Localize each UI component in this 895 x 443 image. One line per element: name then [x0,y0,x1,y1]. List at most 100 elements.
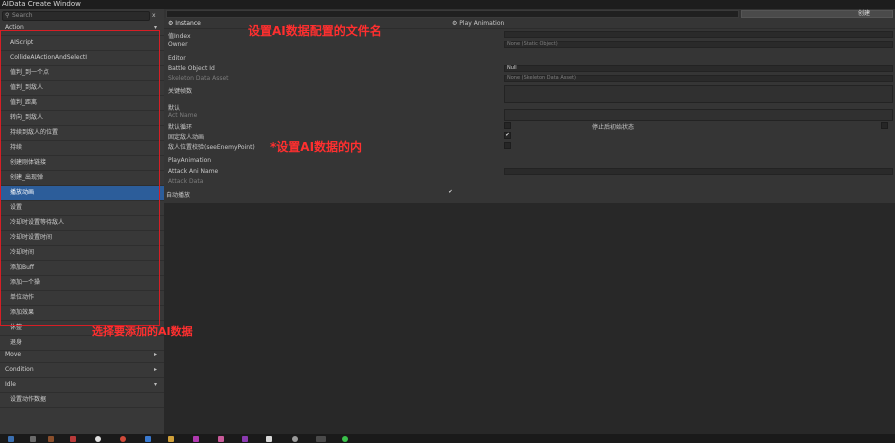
left-panel: ⚲ Search x Action ▾ AIScript CollideAIAct… [0,9,164,434]
tree-item[interactable]: 冷却时设置时间 [0,231,164,246]
window-titlebar: AIData Create Window [0,0,895,9]
play-animation-title: ⚙ Play Animation [452,20,505,27]
play-animation-heading: PlayAnimation [168,157,212,164]
tree-category-action[interactable]: Action ▾ [0,21,164,36]
play-animation-label: Play Animation [459,20,505,27]
tree-item[interactable]: 值判_距离 [0,96,164,111]
tree-item-label: 添加效果 [10,309,35,316]
tree-item-label: 冷却时设置等待敌人 [10,219,65,226]
file-name-input[interactable] [166,10,739,18]
tree-item[interactable]: 添加一个操 [0,276,164,291]
tree-item[interactable]: 冷却时间 [0,246,164,261]
taskbar-app-icon[interactable] [218,436,224,442]
tree-item[interactable]: 持续到敌人的位置 [0,126,164,141]
search-input[interactable]: ⚲ Search [2,11,150,21]
index-field[interactable] [504,31,893,38]
tree-item-label: 添加一个操 [10,279,41,286]
taskbar-app-icon[interactable] [168,436,174,442]
index-label: 值Index [168,33,191,40]
tree-item[interactable]: 持续 [0,141,164,156]
tree-item[interactable]: 创建_出现弹 [0,171,164,186]
tree-item[interactable]: 创建刚体链接 [0,156,164,171]
search-placeholder: Search [12,12,33,19]
search-clear-icon[interactable]: x [152,11,156,20]
editor-heading: Editor [168,55,186,62]
taskbar-app-icon[interactable] [145,436,151,442]
create-button-label: 创建 [857,10,870,17]
skeleton-field[interactable]: None (Skeleton Data Asset) [504,75,893,82]
tree-category-idle[interactable]: Idle ▾ [0,378,164,393]
tree-item-label: 冷却时设置时间 [10,234,53,241]
act-name-field[interactable] [504,109,893,121]
tree-item[interactable]: 冷却时设置等待敌人 [0,216,164,231]
tree-item-label: 值判_到敌人 [10,84,44,91]
tree-category-condition[interactable]: Condition ▸ [0,363,164,378]
attack-anim-label: Attack Ani Name [168,168,219,175]
tree-item[interactable]: 播放动画 [0,186,164,201]
tree-item-label: CollideAIActionAndSelectI [10,54,88,61]
tree-item-label: 休整 [10,324,23,331]
tree-category-move[interactable]: Move ▸ [0,348,164,363]
tree-item-label: 设置动作数据 [10,396,47,403]
stop-reset-checkbox[interactable] [881,122,888,129]
search-icon: ⚲ [5,12,10,19]
taskbar-app-icon[interactable] [30,436,36,442]
tree-item[interactable]: 添加Buff [0,261,164,276]
tree-item[interactable]: AIScript [0,36,164,51]
owner-field[interactable]: None (Static Object) [504,41,893,48]
tree-item-label: 冷却时间 [10,249,35,256]
create-button[interactable]: 创建 [741,10,893,18]
os-taskbar [0,434,895,443]
skeleton-label: Skeleton Data Asset [168,75,229,82]
taskbar-app-icon[interactable] [70,436,76,442]
auto-loop-label: 自动播放 [166,192,191,199]
tree-item[interactable]: 添加效果 [0,306,164,321]
annotation-select: 选择要添加的AI数据 [92,325,193,338]
taskbar-app-icon[interactable] [95,436,101,442]
tree-item-label: 持续 [10,144,23,151]
owner-field-value: None (Static Object) [507,41,558,47]
tree-item[interactable]: 值判_到一个点 [0,66,164,81]
tree-item-label: 转向_到敌人 [10,114,44,121]
taskbar-app-icon[interactable] [342,436,348,442]
battle-object-label: Battle Object Id [168,65,215,72]
chevron-down-icon: ▾ [153,24,157,31]
chevron-down-icon: ▾ [153,381,157,388]
top-toolbar: 创建 [164,9,895,18]
attack-anim-field[interactable] [504,168,893,175]
tree-category-label: Action [5,24,24,31]
tree-item[interactable]: CollideAIActionAndSelectI [0,51,164,66]
battle-object-field[interactable]: Null [504,65,893,72]
tree-item[interactable]: 单位动作 [0,291,164,306]
window-title: AIData Create Window [2,0,81,8]
default-loop-label: 默认循环 [168,124,193,131]
taskbar-app-icon[interactable] [292,436,298,442]
fixed-enemy-checkbox[interactable]: ✔ [504,132,511,139]
tree-category-label: Idle [5,381,16,388]
annotation-content: *设置AI数据的内 [270,140,363,154]
tree-item-label: 创建刚体链接 [10,159,47,166]
tree-item-idle-setting[interactable]: 设置动作数据 [0,393,164,408]
battle-object-value: Null [507,65,517,71]
attack-data-label: Attack Data [168,178,204,185]
default-loop-checkbox[interactable] [504,122,511,129]
tree-item[interactable]: 转向_到敌人 [0,111,164,126]
annotation-file-name: 设置AI数据配置的文件名 [248,24,382,38]
taskbar-app-icon[interactable] [316,436,326,442]
tree-item-label: 值判_距离 [10,99,38,106]
taskbar-app-icon[interactable] [193,436,199,442]
tree-item-label: 持续到敌人的位置 [10,129,59,136]
enemy-point-checkbox[interactable] [504,142,511,149]
tree-item[interactable]: 值判_到敌人 [0,81,164,96]
taskbar-app-icon[interactable] [8,436,14,442]
frame-count-field[interactable] [504,85,893,103]
act-name-label: Act Name [168,112,198,119]
auto-loop-checkbox[interactable]: ✔ [448,190,453,195]
inspector-title: ⚙ Instance [168,20,201,27]
taskbar-app-icon[interactable] [266,436,272,442]
taskbar-app-icon[interactable] [120,436,126,442]
tree-item-label: 播放动画 [10,189,35,196]
tree-item[interactable]: 设置 [0,201,164,216]
taskbar-app-icon[interactable] [242,436,248,442]
taskbar-app-icon[interactable] [48,436,54,442]
